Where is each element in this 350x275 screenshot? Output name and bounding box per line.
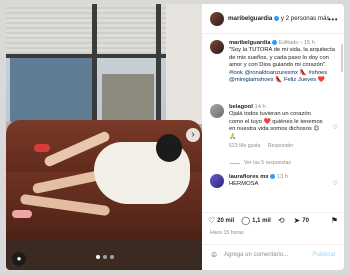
post-button[interactable]: Publicar: [312, 252, 336, 258]
share-count: 70: [302, 217, 309, 224]
emoji-icon[interactable]: ☺: [210, 250, 218, 259]
heart-icon: ♡: [208, 216, 216, 225]
post-sidebar: maribelguardia y 2 personas más ••• mari…: [202, 4, 344, 270]
next-photo-button[interactable]: ›: [186, 128, 200, 142]
carousel-dot: [96, 255, 100, 259]
author-username[interactable]: maribelguardia: [228, 15, 272, 22]
comment-username[interactable]: belagool: [229, 104, 253, 110]
avatar[interactable]: [210, 104, 224, 118]
comment-username[interactable]: lauraflores mx: [229, 174, 269, 180]
author-avatar[interactable]: [210, 40, 224, 54]
verified-icon: [270, 174, 276, 179]
person-icon[interactable]: ●: [12, 252, 26, 266]
comment-age: 14 h: [254, 104, 266, 110]
author-avatar[interactable]: [210, 11, 224, 26]
comment-icon: ◯: [241, 216, 251, 225]
like-count: 20 mil: [217, 217, 235, 224]
comment-age: 13 h: [276, 174, 289, 181]
comment-button[interactable]: ◯ 1,1 mil: [241, 216, 271, 225]
edited-label: Editado: [278, 40, 299, 47]
comment-likes[interactable]: 623 Me gusta: [229, 143, 260, 149]
comment-text: HERMOSA: [229, 181, 259, 188]
post-timestamp: Hace 15 horas: [210, 230, 244, 236]
verified-icon: [272, 40, 278, 45]
post-modal: › ● maribelguardia y 2 personas más ••• …: [6, 4, 344, 270]
like-button[interactable]: ♡ 20 mil: [208, 216, 234, 225]
caption-text: "Soy la TUTORA de mi vida, la arquitecta…: [229, 47, 335, 69]
repost-button[interactable]: ⟲: [278, 216, 287, 225]
send-icon: ➤: [293, 216, 301, 225]
caption-tags[interactable]: #look @ronaldoanzuresmx 👠 #shoes @minigi…: [229, 70, 327, 83]
list-item: lauraflores mx 13 h HERMOSA: [210, 174, 340, 189]
avatar[interactable]: [210, 174, 224, 188]
reply-button[interactable]: Responder: [268, 143, 293, 149]
carousel-indicator: [96, 255, 114, 259]
add-comment-bar: ☺ Agrega un comentario... Publicar: [202, 244, 344, 264]
verified-icon: [274, 15, 280, 21]
bookmark-icon[interactable]: ⚑: [331, 216, 338, 225]
heart-icon[interactable]: ♡: [333, 124, 338, 131]
carousel-dot: [103, 255, 107, 259]
post-header: maribelguardia y 2 personas más •••: [202, 4, 344, 34]
caption-age: 15 h: [303, 40, 315, 47]
repost-icon: ⟲: [277, 216, 285, 225]
scrollbar[interactable]: [341, 44, 343, 72]
view-replies-button[interactable]: Ver las 5 respuestas: [230, 160, 291, 166]
action-bar: ♡ 20 mil ◯ 1,1 mil ⟲ ➤ 70 ⚑: [202, 212, 344, 228]
heart-icon[interactable]: ♡: [333, 180, 338, 187]
comment-count: 1,1 mil: [252, 217, 271, 224]
post-photo[interactable]: › ●: [6, 4, 202, 270]
collab-suffix[interactable]: y 2 personas más: [281, 15, 330, 22]
caption: maribelguardia Editado · 15 h "Soy la TU…: [210, 40, 340, 84]
carousel-dot: [110, 255, 114, 259]
more-options-icon[interactable]: •••: [328, 15, 338, 24]
comment-text: Ojalá todos tuvieran un corazón como el …: [229, 111, 323, 140]
comment-input[interactable]: Agrega un comentario...: [224, 252, 288, 258]
caption-username[interactable]: maribelguardia: [229, 40, 271, 46]
share-button[interactable]: ➤ 70: [294, 216, 309, 225]
list-item: belagool 14 h Ojalá todos tuvieran un co…: [210, 104, 340, 150]
